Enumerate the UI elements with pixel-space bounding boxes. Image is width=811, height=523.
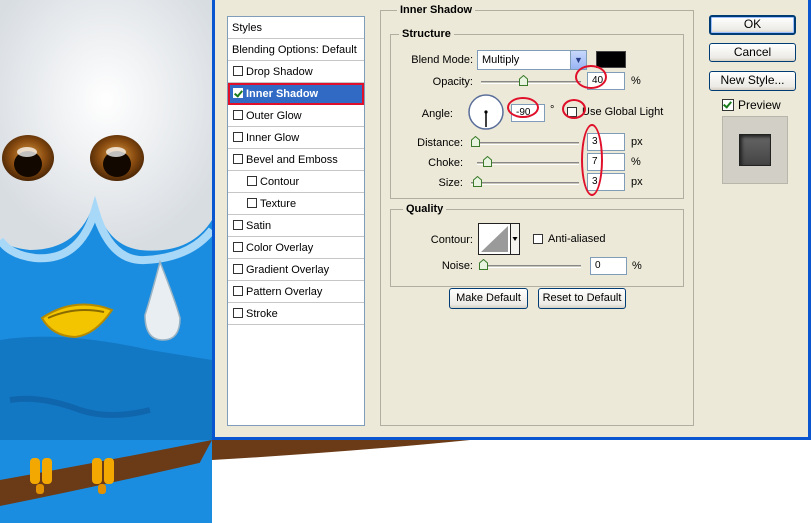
- new-style-button[interactable]: New Style...: [709, 71, 796, 91]
- blending-options-item[interactable]: Blending Options: Default: [228, 39, 364, 61]
- color-overlay-checkbox[interactable]: [233, 242, 243, 252]
- gradient-overlay-checkbox[interactable]: [233, 264, 243, 274]
- anti-aliased-label: Anti-aliased: [548, 233, 606, 245]
- noise-input[interactable]: 0: [590, 257, 627, 275]
- style-item-label: Gradient Overlay: [246, 264, 330, 276]
- choke-input[interactable]: 7: [587, 153, 625, 171]
- style-item-outer-glow[interactable]: Outer Glow: [228, 105, 364, 127]
- style-item-drop-shadow[interactable]: Drop Shadow: [228, 61, 364, 83]
- contour-picker[interactable]: [478, 223, 520, 255]
- size-slider-thumb[interactable]: [473, 176, 482, 187]
- opacity-label: Opacity:: [432, 76, 473, 88]
- style-item-texture[interactable]: Texture: [228, 193, 364, 215]
- blend-mode-label: Blend Mode:: [411, 54, 473, 66]
- style-item-color-overlay[interactable]: Color Overlay: [228, 237, 364, 259]
- quality-title: Quality: [403, 203, 447, 215]
- blend-mode-value: Multiply: [482, 54, 520, 66]
- style-item-label: Texture: [260, 198, 297, 210]
- reset-to-default-button[interactable]: Reset to Default: [538, 288, 626, 309]
- noise-slider-thumb[interactable]: [479, 259, 488, 270]
- size-label: Size:: [438, 177, 463, 189]
- opacity-unit: %: [631, 75, 641, 87]
- opacity-input[interactable]: 40: [587, 72, 625, 90]
- angle-input[interactable]: -90: [511, 104, 545, 122]
- choke-slider-thumb[interactable]: [483, 156, 492, 167]
- chevron-down-icon[interactable]: ▼: [570, 51, 586, 69]
- choke-label: Choke:: [428, 157, 463, 169]
- style-item-label: Inner Glow: [246, 132, 300, 144]
- style-item-bevel-emboss[interactable]: Bevel and Emboss: [228, 149, 364, 171]
- contour-checkbox[interactable]: [247, 176, 257, 186]
- style-item-label: Contour: [260, 176, 300, 188]
- distance-slider[interactable]: [471, 142, 579, 145]
- style-item-inner-shadow[interactable]: Inner Shadow: [228, 83, 364, 105]
- inner-shadow-title: Inner Shadow: [397, 4, 476, 16]
- size-unit: px: [631, 176, 643, 188]
- shadow-color-swatch[interactable]: [596, 51, 626, 68]
- use-global-light-label: Use Global Light: [582, 106, 664, 118]
- style-item-label: Drop Shadow: [246, 66, 313, 78]
- inner-shadow-group: Inner Shadow Structure Blend Mode: Multi…: [380, 4, 694, 426]
- style-item-label: Pattern Overlay: [246, 286, 323, 298]
- inner-shadow-checkbox[interactable]: [233, 88, 243, 98]
- styles-header[interactable]: Styles: [228, 17, 364, 39]
- use-global-light-checkbox[interactable]: [567, 107, 577, 117]
- quality-group: Quality Contour: Anti-aliased Noise: 0 %: [390, 203, 684, 287]
- style-preview: [722, 116, 788, 184]
- preview-label: Preview: [738, 98, 781, 112]
- preview-checkbox[interactable]: [722, 99, 734, 111]
- distance-label: Distance:: [417, 137, 463, 149]
- size-slider[interactable]: [471, 182, 579, 185]
- style-item-satin[interactable]: Satin: [228, 215, 364, 237]
- drop-shadow-checkbox[interactable]: [233, 66, 243, 76]
- distance-input[interactable]: 3: [587, 133, 625, 151]
- noise-unit: %: [632, 260, 642, 272]
- style-item-pattern-overlay[interactable]: Pattern Overlay: [228, 281, 364, 303]
- style-item-label: Stroke: [246, 308, 278, 320]
- style-item-label: Color Overlay: [246, 242, 314, 254]
- style-item-label: Satin: [246, 220, 272, 232]
- preview-swatch: [739, 134, 771, 166]
- angle-label: Angle:: [421, 108, 453, 120]
- style-item-contour[interactable]: Contour: [228, 171, 364, 193]
- size-input[interactable]: 3: [587, 173, 625, 191]
- style-item-label: Bevel and Emboss: [246, 154, 338, 166]
- choke-unit: %: [631, 156, 641, 168]
- structure-title: Structure: [399, 28, 454, 40]
- angle-dial[interactable]: [467, 93, 505, 131]
- distance-unit: px: [631, 136, 643, 148]
- layer-style-dialog: Styles Blending Options: Default Drop Sh…: [212, 0, 811, 440]
- style-item-stroke[interactable]: Stroke: [228, 303, 364, 325]
- style-item-label: Inner Shadow: [246, 88, 319, 100]
- outer-glow-checkbox[interactable]: [233, 110, 243, 120]
- styles-list: Styles Blending Options: Default Drop Sh…: [227, 16, 365, 426]
- distance-slider-thumb[interactable]: [471, 136, 480, 147]
- anti-aliased-checkbox[interactable]: [533, 234, 543, 244]
- opacity-slider-thumb[interactable]: [519, 75, 528, 86]
- bevel-emboss-checkbox[interactable]: [233, 154, 243, 164]
- style-item-gradient-overlay[interactable]: Gradient Overlay: [228, 259, 364, 281]
- style-item-label: Outer Glow: [246, 110, 302, 122]
- stroke-checkbox[interactable]: [233, 308, 243, 318]
- satin-checkbox[interactable]: [233, 220, 243, 230]
- noise-label: Noise:: [441, 260, 473, 272]
- pattern-overlay-checkbox[interactable]: [233, 286, 243, 296]
- opacity-slider[interactable]: [481, 81, 581, 84]
- make-default-button[interactable]: Make Default: [449, 288, 528, 309]
- inner-glow-checkbox[interactable]: [233, 132, 243, 142]
- cancel-button[interactable]: Cancel: [709, 43, 796, 62]
- style-item-inner-glow[interactable]: Inner Glow: [228, 127, 364, 149]
- structure-group: Structure Blend Mode: Multiply ▼ Opacity…: [390, 28, 684, 199]
- texture-checkbox[interactable]: [247, 198, 257, 208]
- noise-slider[interactable]: [479, 265, 581, 268]
- angle-unit: °: [550, 104, 555, 116]
- ok-button[interactable]: OK: [709, 15, 796, 35]
- blend-mode-select[interactable]: Multiply ▼: [477, 50, 587, 70]
- choke-slider[interactable]: [477, 162, 579, 165]
- contour-label: Contour:: [430, 234, 473, 246]
